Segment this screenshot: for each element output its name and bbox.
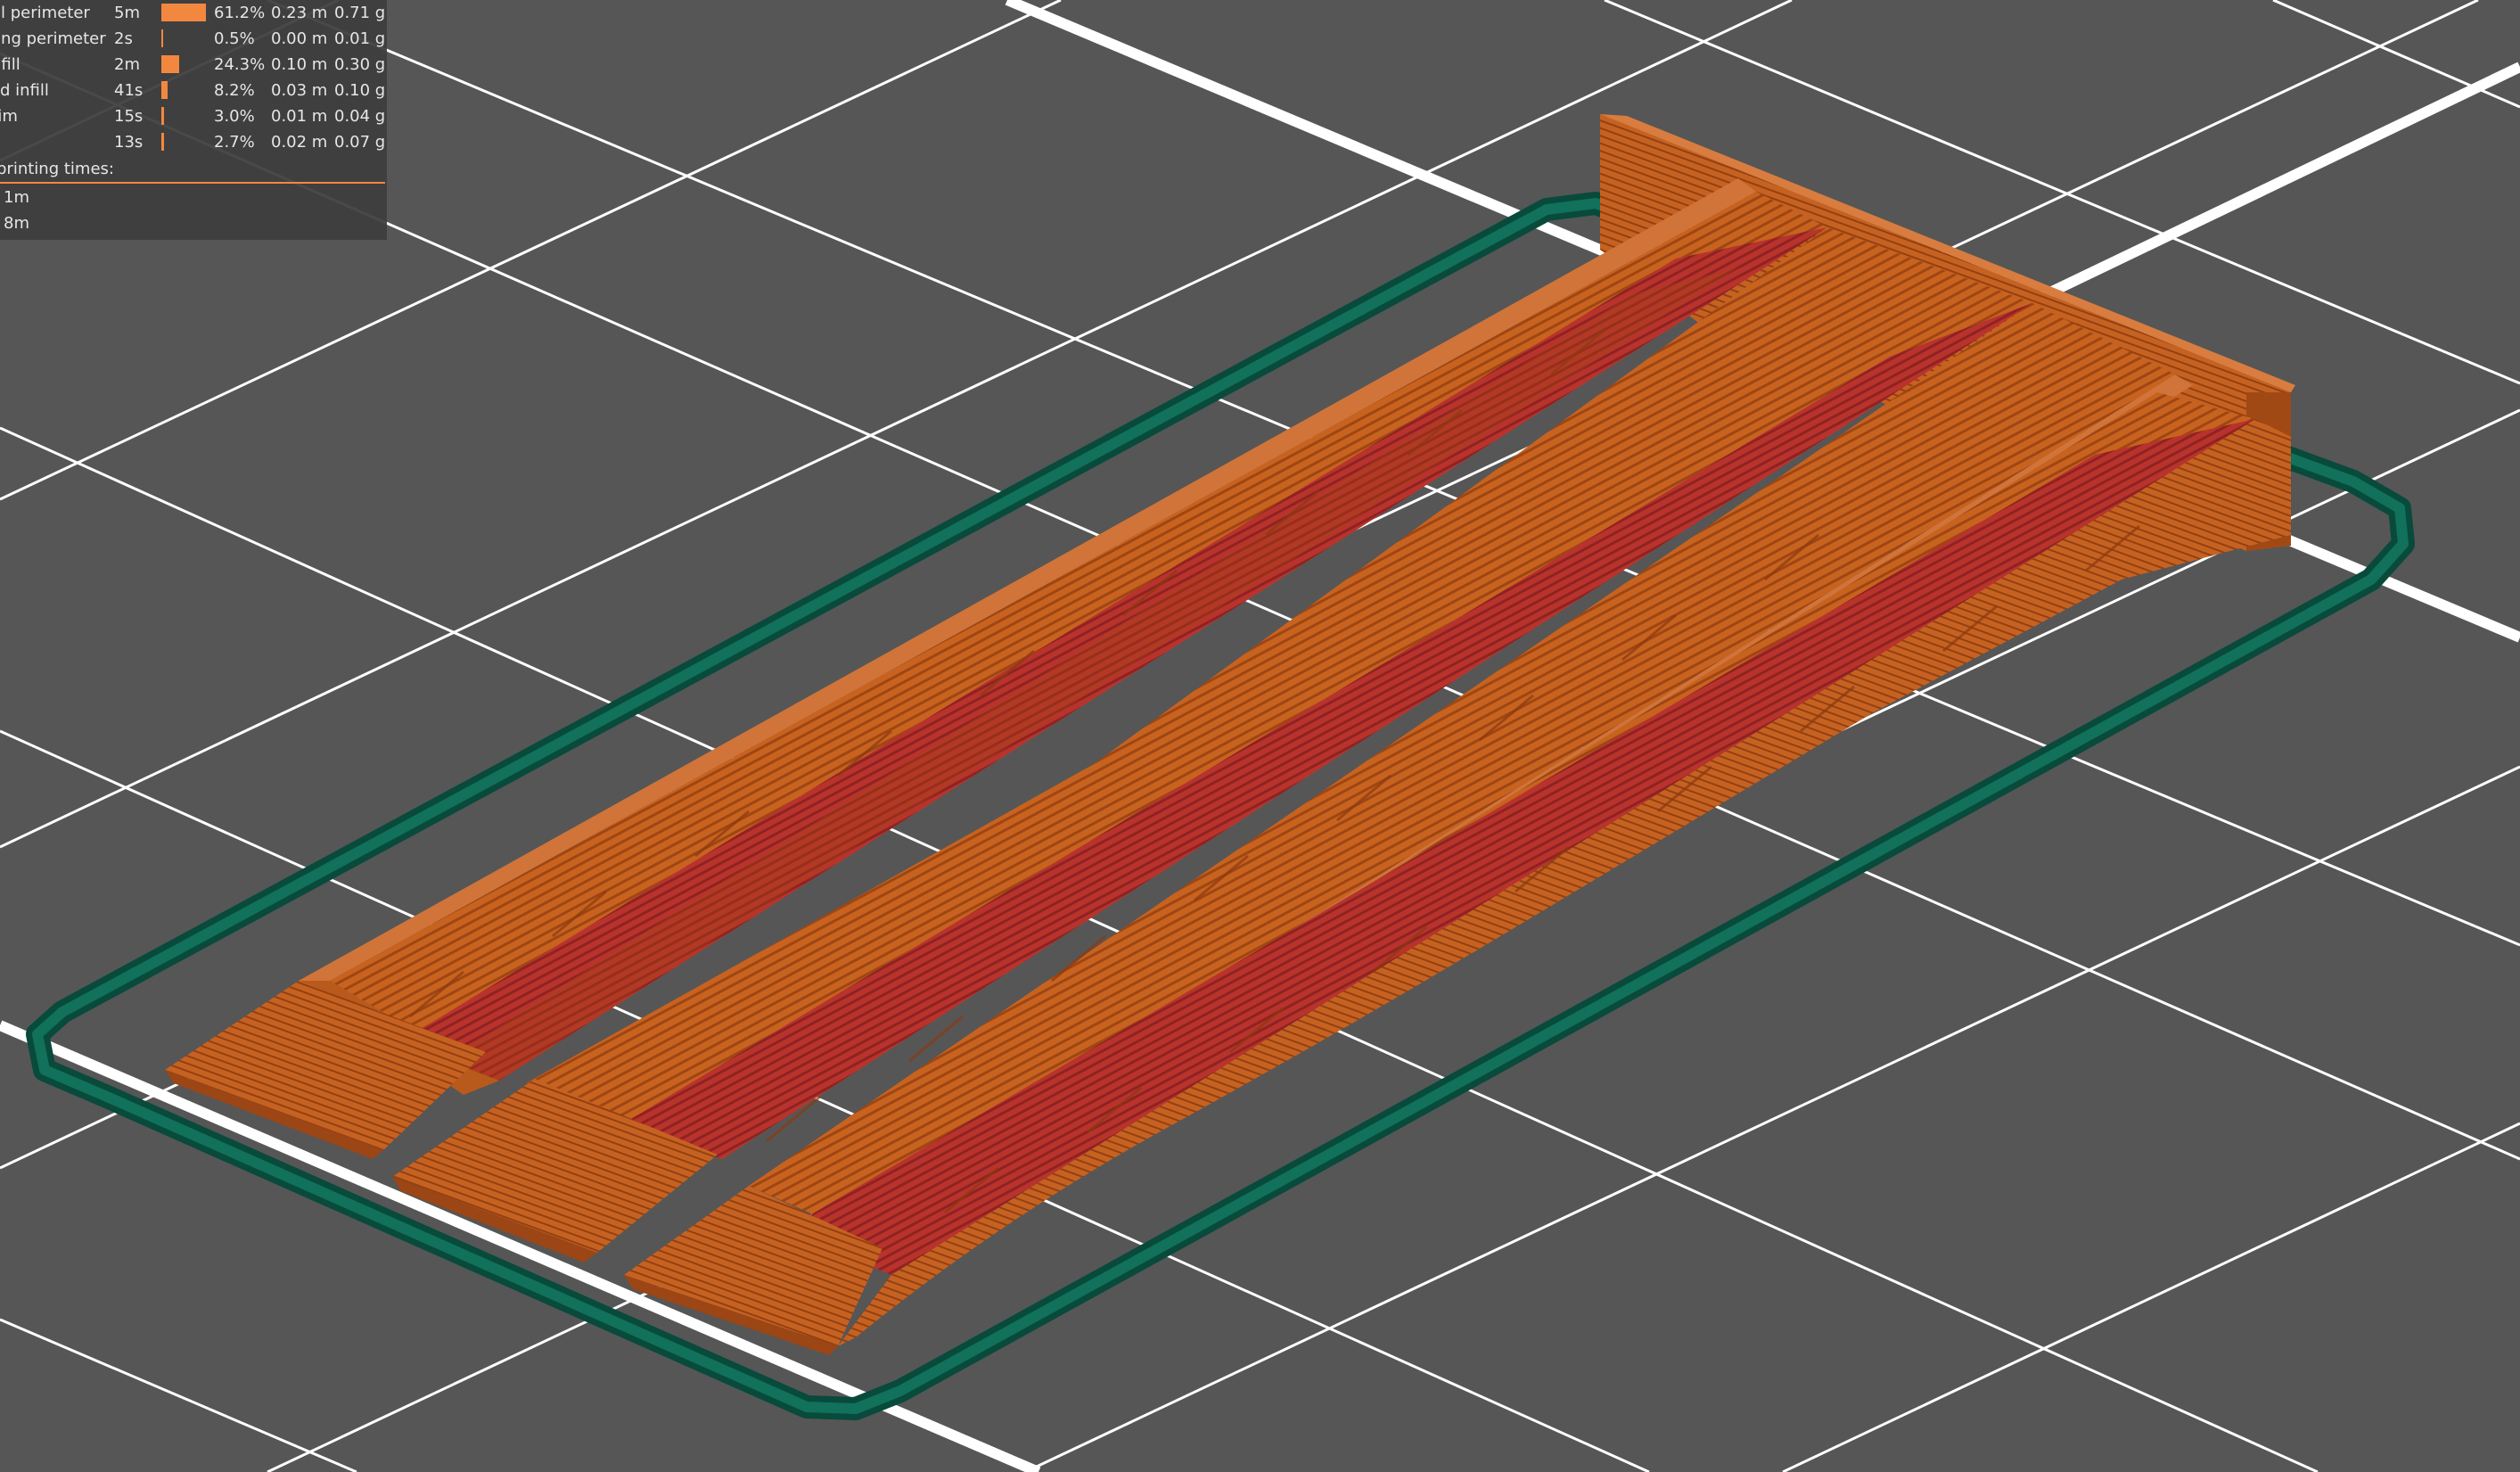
feature-name: rim <box>0 107 18 126</box>
feature-length: 0.03 m <box>271 81 328 100</box>
feature-time: 41s <box>114 81 144 100</box>
feature-weight: 0.04 g <box>334 107 386 126</box>
legend-panel: al perimeter 5m 61.2% 0.23 m 0.71 g ang … <box>0 0 387 240</box>
feature-length: 0.00 m <box>271 29 328 48</box>
printed-object <box>165 114 2295 1355</box>
feature-percent: 8.2% <box>214 81 255 100</box>
feature-name: ang perimeter <box>0 29 106 48</box>
feature-name: nfill <box>0 55 21 74</box>
legend-row: ang perimeter 2s 0.5% 0.00 m 0.01 g <box>0 26 387 52</box>
feature-time: 15s <box>114 107 144 126</box>
feature-name: al perimeter <box>0 4 90 22</box>
printing-times-label: printing times: <box>0 160 114 178</box>
feature-weight: 0.01 g <box>334 29 386 48</box>
feature-share-bar <box>161 107 164 125</box>
feature-weight: 0.71 g <box>334 4 386 22</box>
feature-length: 0.02 m <box>271 133 328 152</box>
feature-name: lid infill <box>0 81 49 100</box>
feature-time: 13s <box>114 133 144 152</box>
legend-row: lid infill 41s 8.2% 0.03 m 0.10 g <box>0 78 387 103</box>
mode-time: 8m <box>4 214 29 233</box>
legend-row: nfill 2m 24.3% 0.10 m 0.30 g <box>0 52 387 78</box>
feature-share-bar <box>161 29 163 47</box>
feature-weight: 0.10 g <box>334 81 386 100</box>
feature-percent: 3.0% <box>214 107 255 126</box>
section-divider <box>0 182 385 184</box>
feature-weight: 0.30 g <box>334 55 386 74</box>
legend-row: al perimeter 5m 61.2% 0.23 m 0.71 g <box>0 0 387 26</box>
feature-share-bar <box>161 4 206 21</box>
mode-time: 1m <box>4 188 29 207</box>
feature-time: 5m <box>114 4 140 22</box>
feature-percent: 2.7% <box>214 133 255 152</box>
feature-percent: 0.5% <box>214 29 255 48</box>
feature-length: 0.23 m <box>271 4 328 22</box>
feature-length: 0.01 m <box>271 107 328 126</box>
legend-row: rim 15s 3.0% 0.01 m 0.04 g <box>0 103 387 129</box>
feature-weight: 0.07 g <box>334 133 386 152</box>
feature-share-bar <box>161 133 164 151</box>
feature-name: n <box>0 129 1 155</box>
feature-percent: 24.3% <box>214 55 266 74</box>
feature-time: 2s <box>114 29 133 48</box>
legend-row: n 13s 2.7% 0.02 m 0.07 g <box>0 129 387 155</box>
feature-share-bar <box>161 55 179 73</box>
feature-length: 0.10 m <box>271 55 328 74</box>
feature-share-bar <box>161 81 168 99</box>
feature-percent: 61.2% <box>214 4 266 22</box>
feature-time: 2m <box>114 55 140 74</box>
